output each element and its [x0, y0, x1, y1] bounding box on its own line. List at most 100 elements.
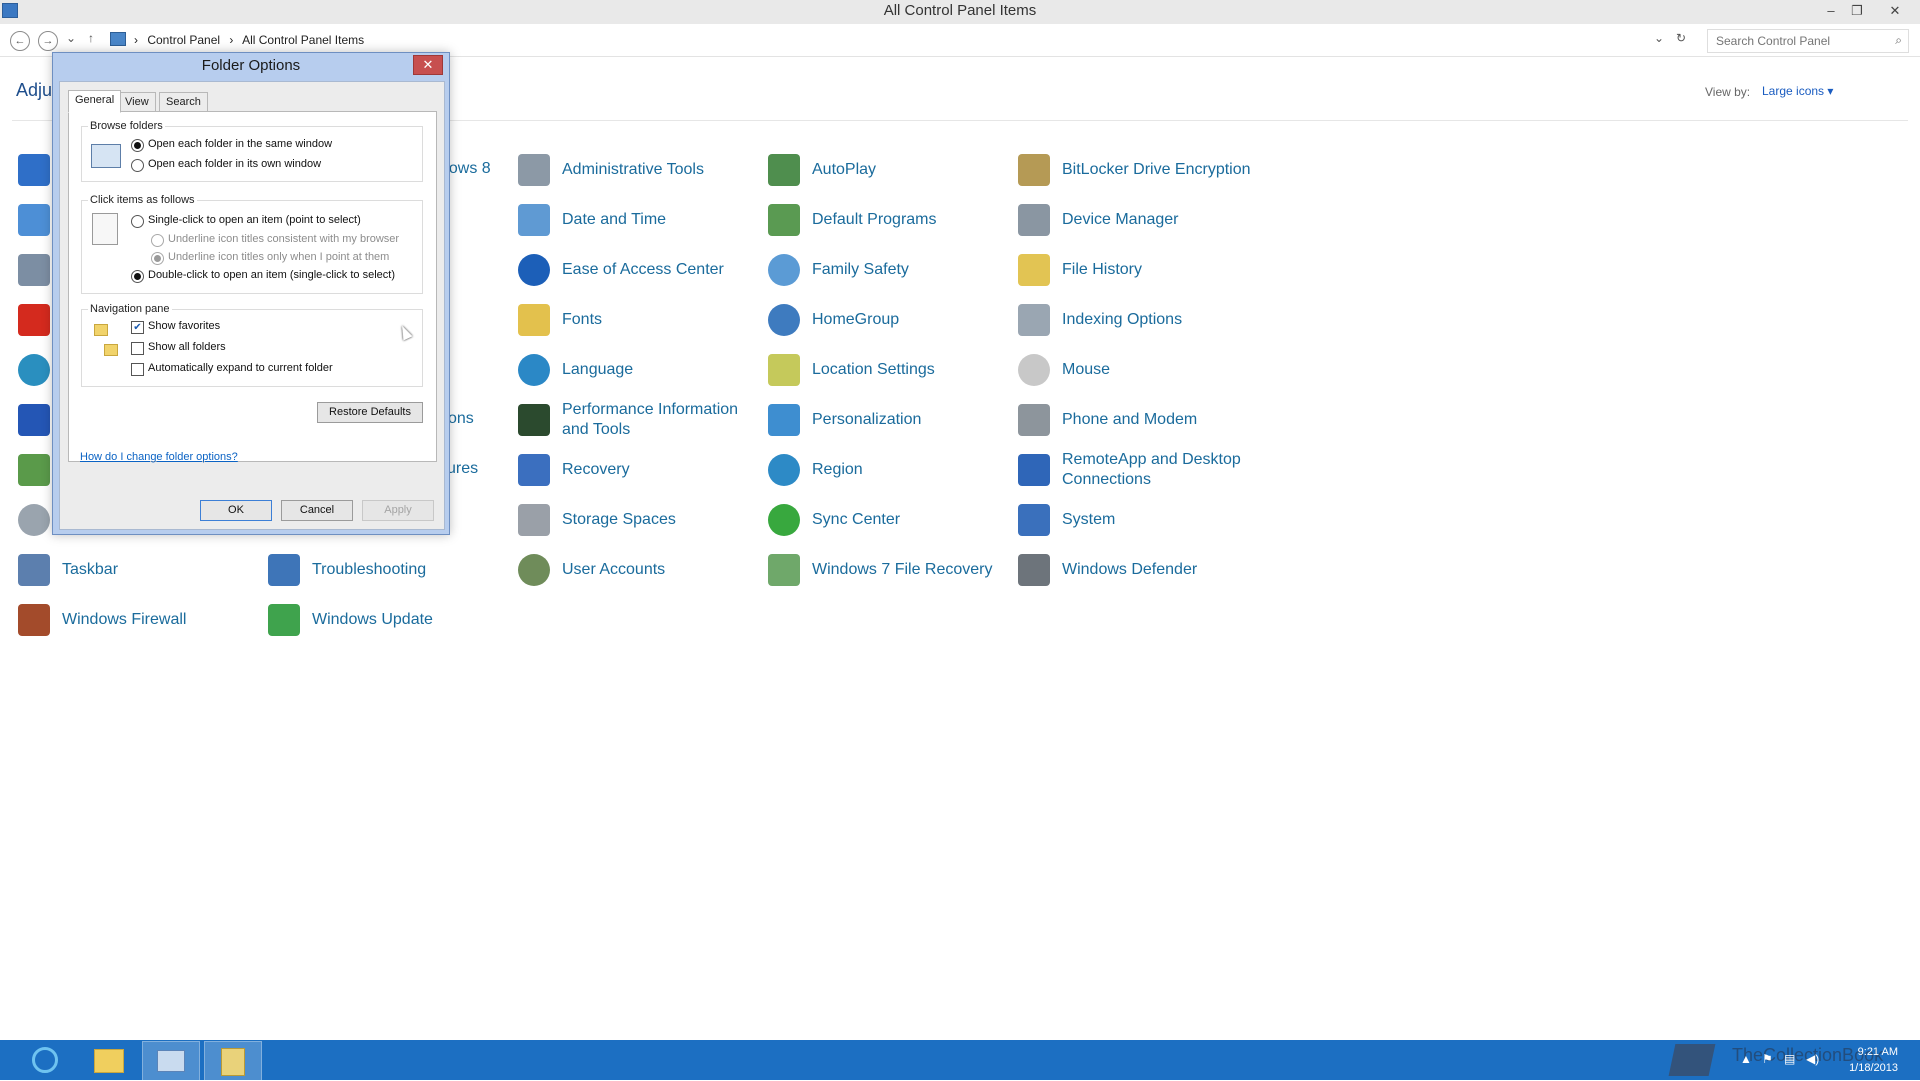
network-icon[interactable]: ▤ — [1784, 1052, 1795, 1066]
taskbar-control-panel[interactable] — [142, 1041, 200, 1081]
cp-item-administrative-tools[interactable]: Administrative Tools — [518, 150, 768, 190]
minimize-button[interactable]: – — [1820, 2, 1842, 20]
close-button[interactable]: ✕ — [1884, 2, 1906, 20]
volume-icon[interactable]: ◀) — [1806, 1052, 1819, 1066]
book-logo-icon — [1668, 1044, 1716, 1076]
cp-item-file-history[interactable]: File History — [1018, 250, 1268, 290]
cp-item-default-programs[interactable]: Default Programs — [768, 200, 1018, 240]
tab-view[interactable]: View — [118, 92, 156, 112]
cp-item-user-accounts[interactable]: User Accounts — [518, 550, 768, 590]
forward-button[interactable]: → — [38, 31, 58, 51]
location-icon — [768, 354, 800, 386]
cp-item-windows-defender[interactable]: Windows Defender — [1018, 550, 1268, 590]
option-underline-browser-label[interactable]: Underline icon titles consistent with my… — [168, 233, 399, 245]
apply-button[interactable]: Apply — [362, 500, 434, 521]
cp-item-phone-and-modem[interactable]: Phone and Modem — [1018, 400, 1268, 440]
cp-item-windows-firewall[interactable]: Windows Firewall — [18, 600, 268, 640]
cp-item-label: Language — [562, 361, 634, 378]
checkbox-show-all-folders[interactable] — [131, 342, 144, 355]
cp-item-date-and-time[interactable]: Date and Time — [518, 200, 768, 240]
cancel-button[interactable]: Cancel — [281, 500, 353, 521]
cp-item-indexing-options[interactable]: Indexing Options — [1018, 300, 1268, 340]
breadcrumb-control-panel[interactable]: Control Panel — [147, 33, 220, 47]
tab-general[interactable]: General — [68, 90, 122, 113]
tray-show-hidden-icon[interactable]: ▲ — [1740, 1052, 1752, 1066]
option-underline-point-label[interactable]: Underline icon titles only when I point … — [168, 251, 389, 263]
users-icon — [518, 554, 550, 586]
cp-item-taskbar[interactable]: Taskbar — [18, 550, 268, 590]
option-double-click-label[interactable]: Double-click to open an item (single-cli… — [148, 269, 395, 281]
refresh-icon[interactable]: ↻ — [1676, 31, 1686, 45]
restore-defaults-button[interactable]: Restore Defaults — [317, 402, 423, 423]
breadcrumb-all-items[interactable]: All Control Panel Items — [242, 33, 364, 47]
option-same-window-label[interactable]: Open each folder in the same window — [148, 138, 332, 150]
cp-item-homegroup[interactable]: HomeGroup — [768, 300, 1018, 340]
taskbar-folder-options[interactable] — [204, 1041, 262, 1081]
cp-item-ease-of-access[interactable]: Ease of Access Center — [518, 250, 768, 290]
cp-item-bitlocker[interactable]: BitLocker Drive Encryption — [1018, 150, 1268, 190]
cp-item-label: Performance Information and Tools — [562, 401, 739, 438]
folder-icon — [94, 1049, 124, 1073]
cp-item-performance-information[interactable]: Performance Information and Tools — [518, 400, 768, 440]
cp-item-autoplay[interactable]: AutoPlay — [768, 150, 1018, 190]
cp-item-recovery[interactable]: Recovery — [518, 450, 768, 490]
cp-item-storage-spaces[interactable]: Storage Spaces — [518, 500, 768, 540]
cp-item-col2-r7-label[interactable]: ures — [447, 460, 478, 478]
cp-item-label: Phone and Modem — [1062, 411, 1198, 428]
cp-item-remoteapp[interactable]: RemoteApp and Desktop Connections — [1018, 450, 1268, 490]
radio-underline-browser[interactable] — [151, 234, 164, 247]
checkbox-auto-expand[interactable] — [131, 363, 144, 376]
tab-search[interactable]: Search — [159, 92, 208, 112]
taskbar-file-explorer[interactable] — [80, 1041, 136, 1079]
cp-item-language[interactable]: Language — [518, 350, 768, 390]
cp-item-sync-center[interactable]: Sync Center — [768, 500, 1018, 540]
document-pointer-icon — [92, 213, 118, 245]
radio-underline-point[interactable] — [151, 252, 164, 265]
radio-same-window[interactable] — [131, 139, 144, 152]
action-center-flag-icon[interactable]: ⚑ — [1762, 1052, 1773, 1066]
cp-item-personalization[interactable]: Personalization — [768, 400, 1018, 440]
flash-icon — [18, 304, 50, 336]
search-box[interactable]: ⌕ — [1707, 29, 1909, 53]
cp-item-region[interactable]: Region — [768, 450, 1018, 490]
taskbar-internet-explorer[interactable] — [18, 1041, 74, 1079]
search-input[interactable] — [1714, 33, 1888, 49]
cp-item-windows-7-file-recovery[interactable]: Windows 7 File Recovery — [768, 550, 1018, 590]
cp-item-windows-update[interactable]: Windows Update — [268, 600, 518, 640]
cp-item-col2-r6-label[interactable]: ons — [448, 410, 474, 428]
show-favorites-label[interactable]: Show favorites — [148, 320, 220, 332]
checkbox-show-favorites[interactable]: ✔ — [131, 321, 144, 334]
back-button[interactable]: ← — [10, 31, 30, 51]
clock[interactable]: 9:21 AM 1/18/2013 — [1849, 1044, 1898, 1076]
radio-single-click[interactable] — [131, 215, 144, 228]
breadcrumb: › Control Panel › All Control Panel Item… — [134, 33, 370, 47]
show-all-folders-label[interactable]: Show all folders — [148, 341, 226, 353]
help-link[interactable]: How do I change folder options? — [80, 451, 238, 463]
auto-expand-label[interactable]: Automatically expand to current folder — [148, 362, 333, 374]
option-single-click-label[interactable]: Single-click to open an item (point to s… — [148, 214, 361, 226]
radio-own-window[interactable] — [131, 159, 144, 172]
cp-item-label: Windows Defender — [1062, 561, 1198, 578]
ok-button[interactable]: OK — [200, 500, 272, 521]
cp-item-label: AutoPlay — [812, 161, 877, 178]
address-dropdown-icon[interactable]: ⌄ — [1654, 31, 1664, 45]
cp-item-family-safety[interactable]: Family Safety — [768, 250, 1018, 290]
click-items-title: Click items as follows — [88, 194, 197, 206]
cp-item-fonts[interactable]: Fonts — [518, 300, 768, 340]
search-icon[interactable]: ⌕ — [1895, 33, 1902, 48]
option-own-window-label[interactable]: Open each folder in its own window — [148, 158, 321, 170]
restore-button[interactable]: ❐ — [1846, 2, 1868, 20]
cp-item-troubleshooting[interactable]: Troubleshooting — [268, 550, 518, 590]
cp-item-label: Storage Spaces — [562, 511, 676, 528]
view-by-dropdown[interactable]: Large icons ▾ — [1762, 84, 1833, 98]
dialog-close-button[interactable]: ✕ — [413, 55, 443, 75]
up-button[interactable]: ↑ — [88, 31, 94, 45]
recent-locations-button[interactable]: ⌄ — [66, 31, 76, 45]
update-icon — [268, 604, 300, 636]
cp-item-mouse[interactable]: Mouse — [1018, 350, 1268, 390]
cp-item-label: Mouse — [1062, 361, 1111, 378]
cp-item-device-manager[interactable]: Device Manager — [1018, 200, 1268, 240]
cp-item-system[interactable]: System — [1018, 500, 1268, 540]
cp-item-location-settings[interactable]: Location Settings — [768, 350, 1018, 390]
radio-double-click[interactable] — [131, 270, 144, 283]
